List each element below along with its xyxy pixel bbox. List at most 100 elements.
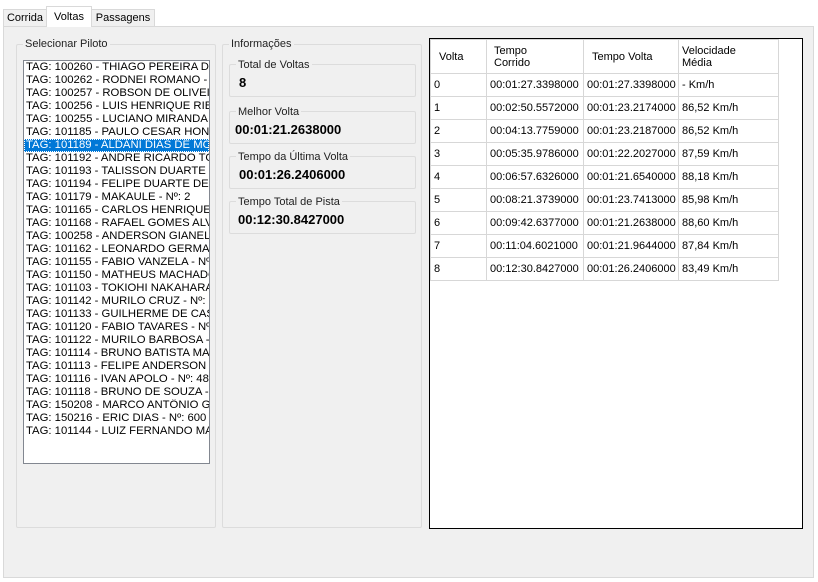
table-cell[interactable]: 5 xyxy=(430,188,487,212)
table-cell[interactable]: 00:05:35.9786000 xyxy=(486,142,584,166)
table-cell[interactable]: 3 xyxy=(430,142,487,166)
table-row[interactable]: 2 00:04:13.7759000 00:01:23.2187000 86,52 K… xyxy=(430,119,779,143)
total-pista-value: 00:12:30.8427000 xyxy=(238,212,345,227)
total-voltas-box: Total de Voltas 8 xyxy=(229,58,416,97)
pilot-list-item[interactable]: TAG: 101120 - FABIO TAVARES - Nº: xyxy=(24,321,209,334)
total-voltas-value: 8 xyxy=(239,75,247,90)
tab-corrida[interactable]: Corrida xyxy=(3,9,47,26)
ultima-volta-label: Tempo da Última Volta xyxy=(236,150,351,164)
melhor-volta-box: Melhor Volta 00:01:21.2638000 xyxy=(229,105,416,144)
table-cell[interactable]: 00:01:27.3398000 xyxy=(583,73,679,97)
table-cell[interactable]: 85,98 Km/h xyxy=(678,188,779,212)
table-cell[interactable]: 8 xyxy=(430,257,487,281)
table-row[interactable]: 0 00:01:27.3398000 00:01:27.3398000- Km/h xyxy=(430,73,779,97)
table-cell[interactable]: 86,52 Km/h xyxy=(678,96,779,120)
table-cell[interactable]: 00:02:50.5572000 xyxy=(486,96,584,120)
table-cell[interactable]: - Km/h xyxy=(678,73,779,97)
table-cell[interactable]: 00:01:26.2406000 xyxy=(583,257,679,281)
pilot-list-item[interactable]: TAG: 100257 - ROBSON DE OLIVEIR xyxy=(24,87,209,100)
pilot-list-item[interactable]: TAG: 101118 - BRUNO DE SOUZA - I xyxy=(24,386,209,399)
pilot-list-item[interactable]: TAG: 101150 - MATHEUS MACHADC xyxy=(24,269,209,282)
table-row[interactable]: 6 00:09:42.6377000 00:01:21.2638000 88,60 K… xyxy=(430,211,779,235)
pilot-list-item[interactable]: TAG: 101122 - MURILO BARBOSA - N xyxy=(24,334,209,347)
pilot-list-item[interactable]: TAG: 101116 - IVAN APOLO - Nº: 489 xyxy=(24,373,209,386)
table-row[interactable]: 5 00:08:21.3739000 00:01:23.7413000 85,98 K… xyxy=(430,188,779,212)
tab-page-voltas: Selecionar Piloto TAG: 100260 - THIAGO P… xyxy=(3,26,814,578)
table-cell[interactable]: 4 xyxy=(430,165,487,189)
pilot-list-item[interactable]: TAG: 101189 - ALDANI DIAS DE MOF xyxy=(24,139,209,152)
table-cell[interactable]: 00:08:21.3739000 xyxy=(486,188,584,212)
pilot-list-item[interactable]: TAG: 100262 - RODNEI ROMANO - N xyxy=(24,74,209,87)
table-cell[interactable]: 88,60 Km/h xyxy=(678,211,779,235)
total-pista-box: Tempo Total de Pista 00:12:30.8427000 xyxy=(229,195,416,234)
pilot-list-item[interactable]: TAG: 101193 - TALISSON DUARTE D xyxy=(24,165,209,178)
ultima-volta-value: 00:01:26.2406000 xyxy=(239,167,346,182)
pilot-list-item[interactable]: TAG: 150216 - ERIC DIAS - Nº: 600 xyxy=(24,412,209,425)
total-pista-label: Tempo Total de Pista xyxy=(236,195,342,209)
info-group-title: Informações xyxy=(229,37,294,51)
pilot-list-item[interactable]: TAG: 101162 - LEONARDO GERMAN xyxy=(24,243,209,256)
pilot-list-item[interactable]: TAG: 101165 - CARLOS HENRIQUE ( xyxy=(24,204,209,217)
table-cell[interactable]: 00:01:21.2638000 xyxy=(583,211,679,235)
melhor-volta-label: Melhor Volta xyxy=(236,105,302,119)
info-group: Informações Total de Voltas 8 Melhor Vol… xyxy=(222,37,422,528)
tab-strip: Corrida Voltas Passagens xyxy=(0,0,818,27)
table-cell[interactable]: 00:01:23.2187000 xyxy=(583,119,679,143)
total-voltas-label: Total de Voltas xyxy=(236,58,312,72)
table-cell[interactable]: 00:01:27.3398000 xyxy=(486,73,584,97)
table-cell[interactable]: 83,49 Km/h xyxy=(678,257,779,281)
table-cell[interactable]: 87,59 Km/h xyxy=(678,142,779,166)
table-cell[interactable]: 00:06:57.6326000 xyxy=(486,165,584,189)
table-cell[interactable]: 00:01:21.6540000 xyxy=(583,165,679,189)
table-cell[interactable]: 2 xyxy=(430,119,487,143)
table-cell[interactable]: 00:09:42.6377000 xyxy=(486,211,584,235)
pilot-list-item[interactable]: TAG: 101192 - ANDRE RICARDO TO xyxy=(24,152,209,165)
table-cell[interactable]: 1 xyxy=(430,96,487,120)
pilot-list-item[interactable]: TAG: 101133 - GUILHERME DE CAST xyxy=(24,308,209,321)
table-row[interactable]: 3 00:05:35.9786000 00:01:22.2027000 87,59 K… xyxy=(430,142,779,166)
table-cell[interactable]: 0 xyxy=(430,73,487,97)
pilot-list-item[interactable]: TAG: 101113 - FELIPE ANDERSON D xyxy=(24,360,209,373)
pilot-list-item[interactable]: TAG: 101155 - FABIO VANZELA - Nº xyxy=(24,256,209,269)
column-header-volta[interactable]: Volta xyxy=(430,39,487,74)
table-row[interactable]: 8 00:12:30.8427000 00:01:26.2406000 83,49 K… xyxy=(430,257,779,281)
pilot-list-item[interactable]: TAG: 100255 - LUCIANO MIRANDA - xyxy=(24,113,209,126)
column-header-tempo-corrido[interactable]: Tempo Corrido xyxy=(486,39,584,74)
pilot-group-title: Selecionar Piloto xyxy=(23,37,110,51)
pilot-list-item[interactable]: TAG: 101168 - RAFAEL GOMES ALVI xyxy=(24,217,209,230)
tab-voltas[interactable]: Voltas xyxy=(46,6,92,27)
table-cell[interactable]: 86,52 Km/h xyxy=(678,119,779,143)
laps-grid[interactable]: Volta Tempo Corrido Tempo Volta Velocidad… xyxy=(429,38,803,529)
table-cell[interactable]: 00:01:21.9644000 xyxy=(583,234,679,258)
column-header-velocidade-media[interactable]: Velocidade Média xyxy=(678,39,779,74)
table-row[interactable]: 7 00:11:04.6021000 00:01:21.9644000 87,84 K… xyxy=(430,234,779,258)
table-cell[interactable]: 00:01:23.2174000 xyxy=(583,96,679,120)
table-cell[interactable]: 7 xyxy=(430,234,487,258)
pilot-list-item[interactable]: TAG: 101103 - TOKIOHI NAKAHARA xyxy=(24,282,209,295)
pilot-list-item[interactable]: TAG: 101185 - PAULO CESAR HONC xyxy=(24,126,209,139)
pilot-list-item[interactable]: TAG: 101194 - FELIPE DUARTE DE N xyxy=(24,178,209,191)
table-cell[interactable]: 00:01:22.2027000 xyxy=(583,142,679,166)
table-cell[interactable]: 87,84 Km/h xyxy=(678,234,779,258)
pilot-list-item[interactable]: TAG: 101179 - MAKAULE - Nº: 2 xyxy=(24,191,209,204)
table-cell[interactable]: 00:01:23.7413000 xyxy=(583,188,679,212)
pilot-list-item[interactable]: TAG: 150208 - MARCO ANTÔNIO G D xyxy=(24,399,209,412)
table-row[interactable]: 4 00:06:57.6326000 00:01:21.6540000 88,18 K… xyxy=(430,165,779,189)
table-cell[interactable]: 00:04:13.7759000 xyxy=(486,119,584,143)
pilot-list-item[interactable]: TAG: 100256 - LUIS HENRIQUE RIBE xyxy=(24,100,209,113)
pilot-list-item[interactable]: TAG: 101114 - BRUNO BATISTA MAI xyxy=(24,347,209,360)
table-cell[interactable]: 00:11:04.6021000 xyxy=(486,234,584,258)
ultima-volta-box: Tempo da Última Volta 00:01:26.2406000 xyxy=(229,150,416,189)
table-cell[interactable]: 88,18 Km/h xyxy=(678,165,779,189)
column-header-tempo-volta[interactable]: Tempo Volta xyxy=(583,39,679,74)
laps-grid-header: Volta Tempo Corrido Tempo Volta Velocidad… xyxy=(430,39,779,74)
table-cell[interactable]: 6 xyxy=(430,211,487,235)
table-row[interactable]: 1 00:02:50.5572000 00:01:23.2174000 86,52 K… xyxy=(430,96,779,120)
pilot-list-item[interactable]: TAG: 101142 - MURILO CRUZ - Nº: S xyxy=(24,295,209,308)
pilot-list-item[interactable]: TAG: 101144 - LUIZ FERNANDO MAI xyxy=(24,425,209,438)
table-cell[interactable]: 00:12:30.8427000 xyxy=(486,257,584,281)
tab-passagens[interactable]: Passagens xyxy=(91,9,155,26)
pilot-list-item[interactable]: TAG: 100260 - THIAGO PEREIRA DA xyxy=(24,61,209,74)
pilot-list-item[interactable]: TAG: 100258 - ANDERSON GIANELL xyxy=(24,230,209,243)
pilot-listbox[interactable]: TAG: 100260 - THIAGO PEREIRA DA TAG: 1002… xyxy=(23,60,210,464)
